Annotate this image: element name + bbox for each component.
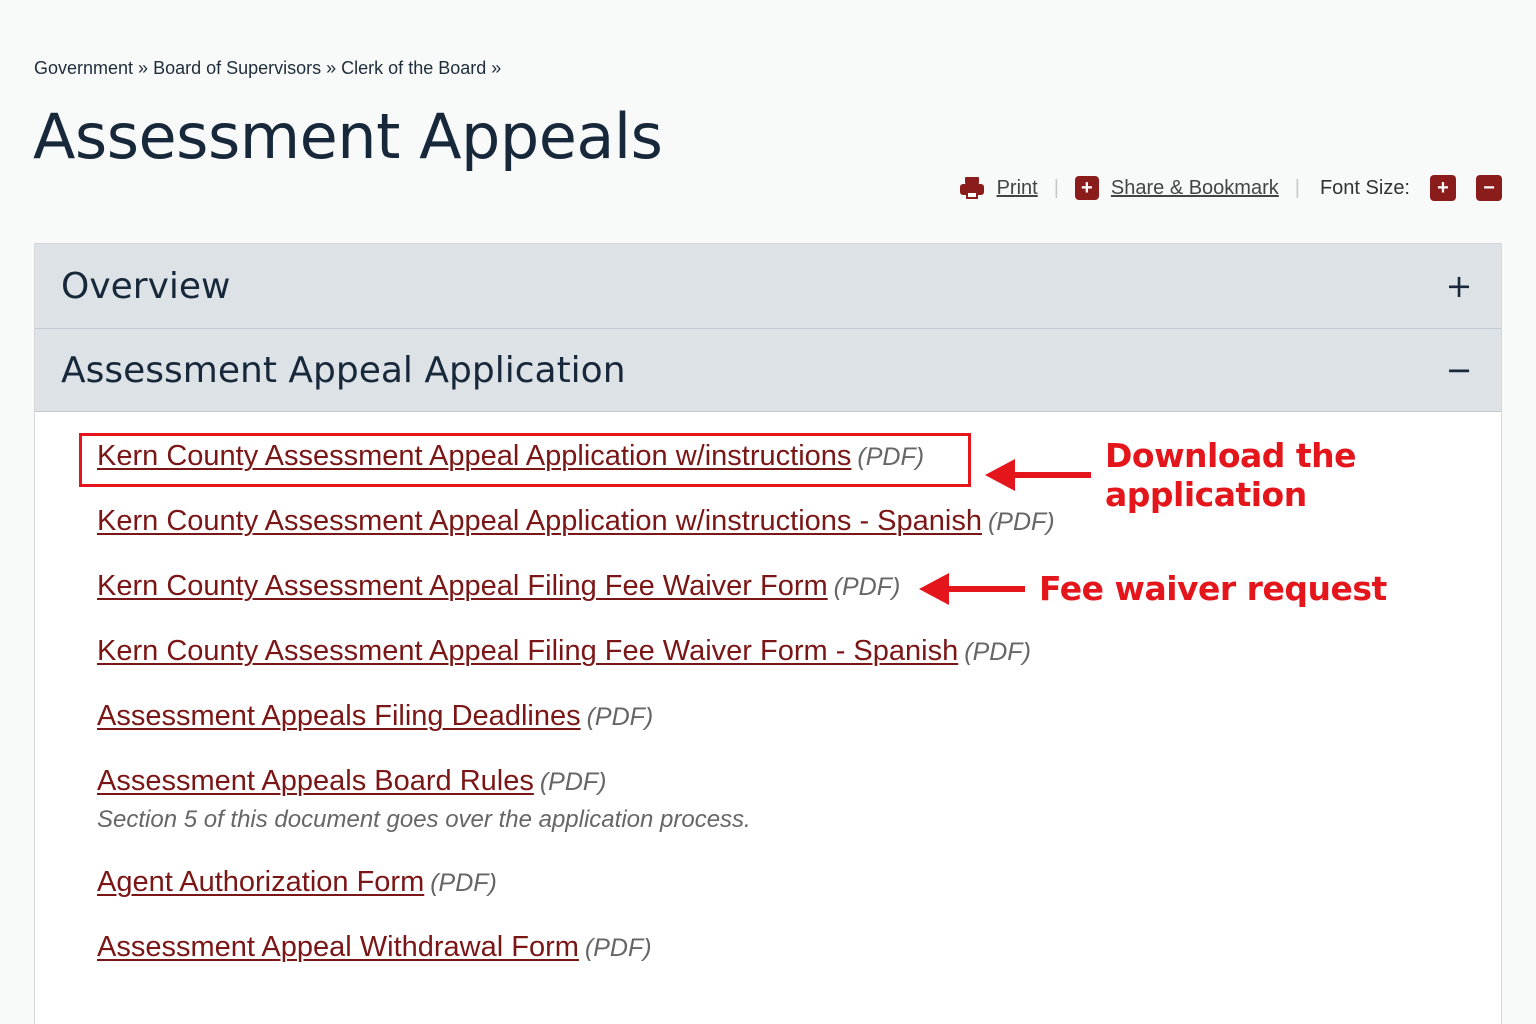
left-arrow-icon [919,572,1025,605]
list-item: Kern County Assessment Appeal Applicatio… [97,505,1055,538]
breadcrumb-item-clerk-of-the-board[interactable]: Clerk of the Board [341,58,486,79]
accordion-title: Assessment Appeal Application [61,349,626,391]
left-arrow-icon [985,459,1091,491]
callout-download: Download the application [985,436,1501,514]
list-item: Kern County Assessment Appeal Filing Fee… [97,635,1031,668]
document-link[interactable]: Agent Authorization Form [97,866,424,898]
callout-text: Fee waiver request [1039,569,1387,608]
share-bookmark-link[interactable]: Share & Bookmark [1111,177,1279,200]
share-plus-icon[interactable]: + [1074,176,1099,200]
print-link[interactable]: Print [997,177,1038,200]
list-item: Assessment Appeals Filing Deadlines (PDF) [97,700,653,733]
document-link[interactable]: Assessment Appeals Filing Deadlines [97,700,581,732]
breadcrumb-separator: » [491,58,502,78]
printer-icon[interactable] [959,176,985,200]
breadcrumb-separator: » [326,58,337,78]
accordion-header-application[interactable]: Assessment Appeal Application − [35,329,1501,412]
file-type-label: (PDF) [539,768,607,796]
collapse-icon[interactable]: − [1443,351,1475,389]
file-type-label: (PDF) [586,703,654,731]
expand-icon[interactable]: + [1443,267,1475,305]
divider: | [1053,176,1059,199]
breadcrumb-item-board-of-supervisors[interactable]: Board of Supervisors [153,58,321,79]
breadcrumb-item-government[interactable]: Government [34,58,133,79]
page-tools: Print | + Share & Bookmark | Font Size: … [959,172,1502,204]
document-link[interactable]: Kern County Assessment Appeal Filing Fee… [97,635,958,667]
file-type-label: (PDF) [584,934,652,962]
file-type-label: (PDF) [964,638,1031,666]
document-note: Section 5 of this document goes over the… [97,806,751,833]
page-title: Assessment Appeals [33,100,663,173]
breadcrumb: Government » Board of Supervisors » Cler… [34,58,501,79]
file-type-label: (PDF) [833,573,901,601]
accordion-title: Overview [61,265,231,307]
font-size-label: Font Size: [1319,176,1410,199]
callout-fee-waiver: Fee waiver request [919,569,1387,608]
list-item: Kern County Assessment Appeal Applicatio… [97,440,924,473]
callout-text: Download the application [1105,436,1357,514]
list-item: Kern County Assessment Appeal Filing Fee… [97,570,900,603]
divider: | [1294,176,1300,199]
accordion: Overview + Assessment Appeal Application… [34,243,1502,1024]
accordion-header-overview[interactable]: Overview + [35,244,1501,329]
page: Government » Board of Supervisors » Cler… [0,0,1536,1024]
document-link[interactable]: Assessment Appeals Board Rules [97,765,534,797]
list-item: Assessment Appeal Withdrawal Form (PDF) [97,931,652,964]
font-decrease-button[interactable]: − [1476,175,1502,201]
file-type-label: (PDF) [857,443,925,471]
document-link[interactable]: Kern County Assessment Appeal Applicatio… [97,505,982,537]
font-increase-button[interactable]: + [1430,175,1456,201]
document-link[interactable]: Kern County Assessment Appeal Applicatio… [97,440,851,472]
list-item: Assessment Appeals Board Rules (PDF) Sect… [97,765,751,834]
file-type-label: (PDF) [430,869,497,897]
breadcrumb-separator: » [138,58,149,78]
list-item: Agent Authorization Form (PDF) [97,866,497,899]
document-link[interactable]: Assessment Appeal Withdrawal Form [97,931,579,963]
document-link[interactable]: Kern County Assessment Appeal Filing Fee… [97,570,828,602]
